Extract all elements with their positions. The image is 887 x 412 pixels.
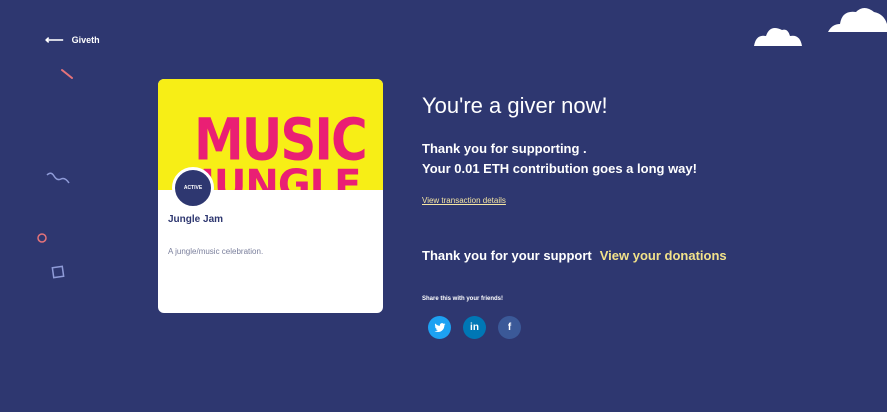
arrow-left-icon: ⟵ — [45, 32, 64, 47]
contrib-suffix: contribution goes a long way! — [509, 161, 697, 176]
back-label: Giveth — [71, 34, 100, 45]
facebook-icon[interactable]: f — [498, 316, 521, 339]
thanks-message: Thank you for supporting . Your 0.01 ETH… — [422, 139, 697, 179]
back-link[interactable]: ⟵ Giveth — [45, 33, 100, 46]
twitter-icon[interactable] — [428, 316, 451, 339]
facebook-glyph: f — [507, 322, 512, 333]
project-title[interactable]: Jungle Jam — [168, 214, 223, 225]
image-text-music: MUSIC — [194, 106, 368, 174]
donation-amount: 0.01 ETH — [454, 161, 510, 176]
support-row: Thank you for your support View your don… — [422, 248, 727, 263]
image-text-jungle: JUNGLE — [200, 162, 361, 190]
circle-decoration — [37, 233, 47, 243]
linkedin-icon[interactable]: in — [463, 316, 486, 339]
contribution-line: Your 0.01 ETH contribution goes a long w… — [422, 159, 697, 179]
view-donations-link[interactable]: View your donations — [600, 248, 727, 263]
success-headline: You're a giver now! — [422, 93, 608, 118]
view-transaction-link[interactable]: View transaction details — [422, 196, 506, 205]
status-badge: ACTIVE — [172, 167, 214, 209]
project-description: A jungle/music celebration. — [168, 247, 264, 256]
contrib-prefix: Your — [422, 161, 455, 176]
social-share-buttons: in f — [428, 316, 521, 339]
square-decoration — [51, 265, 65, 279]
support-text: Thank you for your support — [422, 248, 592, 263]
squiggle-decoration — [46, 172, 70, 184]
cloud-large-decoration — [828, 8, 887, 32]
dash-decoration — [61, 69, 73, 79]
linkedin-glyph: in — [470, 322, 479, 333]
thanks-line-1: Thank you for supporting . — [422, 141, 587, 156]
share-label: Share this with your friends! — [422, 296, 504, 302]
cloud-small-decoration — [754, 28, 802, 46]
project-card[interactable]: MUSIC JUNGLE ACTIVE Jungle Jam A jungle/… — [158, 79, 383, 313]
